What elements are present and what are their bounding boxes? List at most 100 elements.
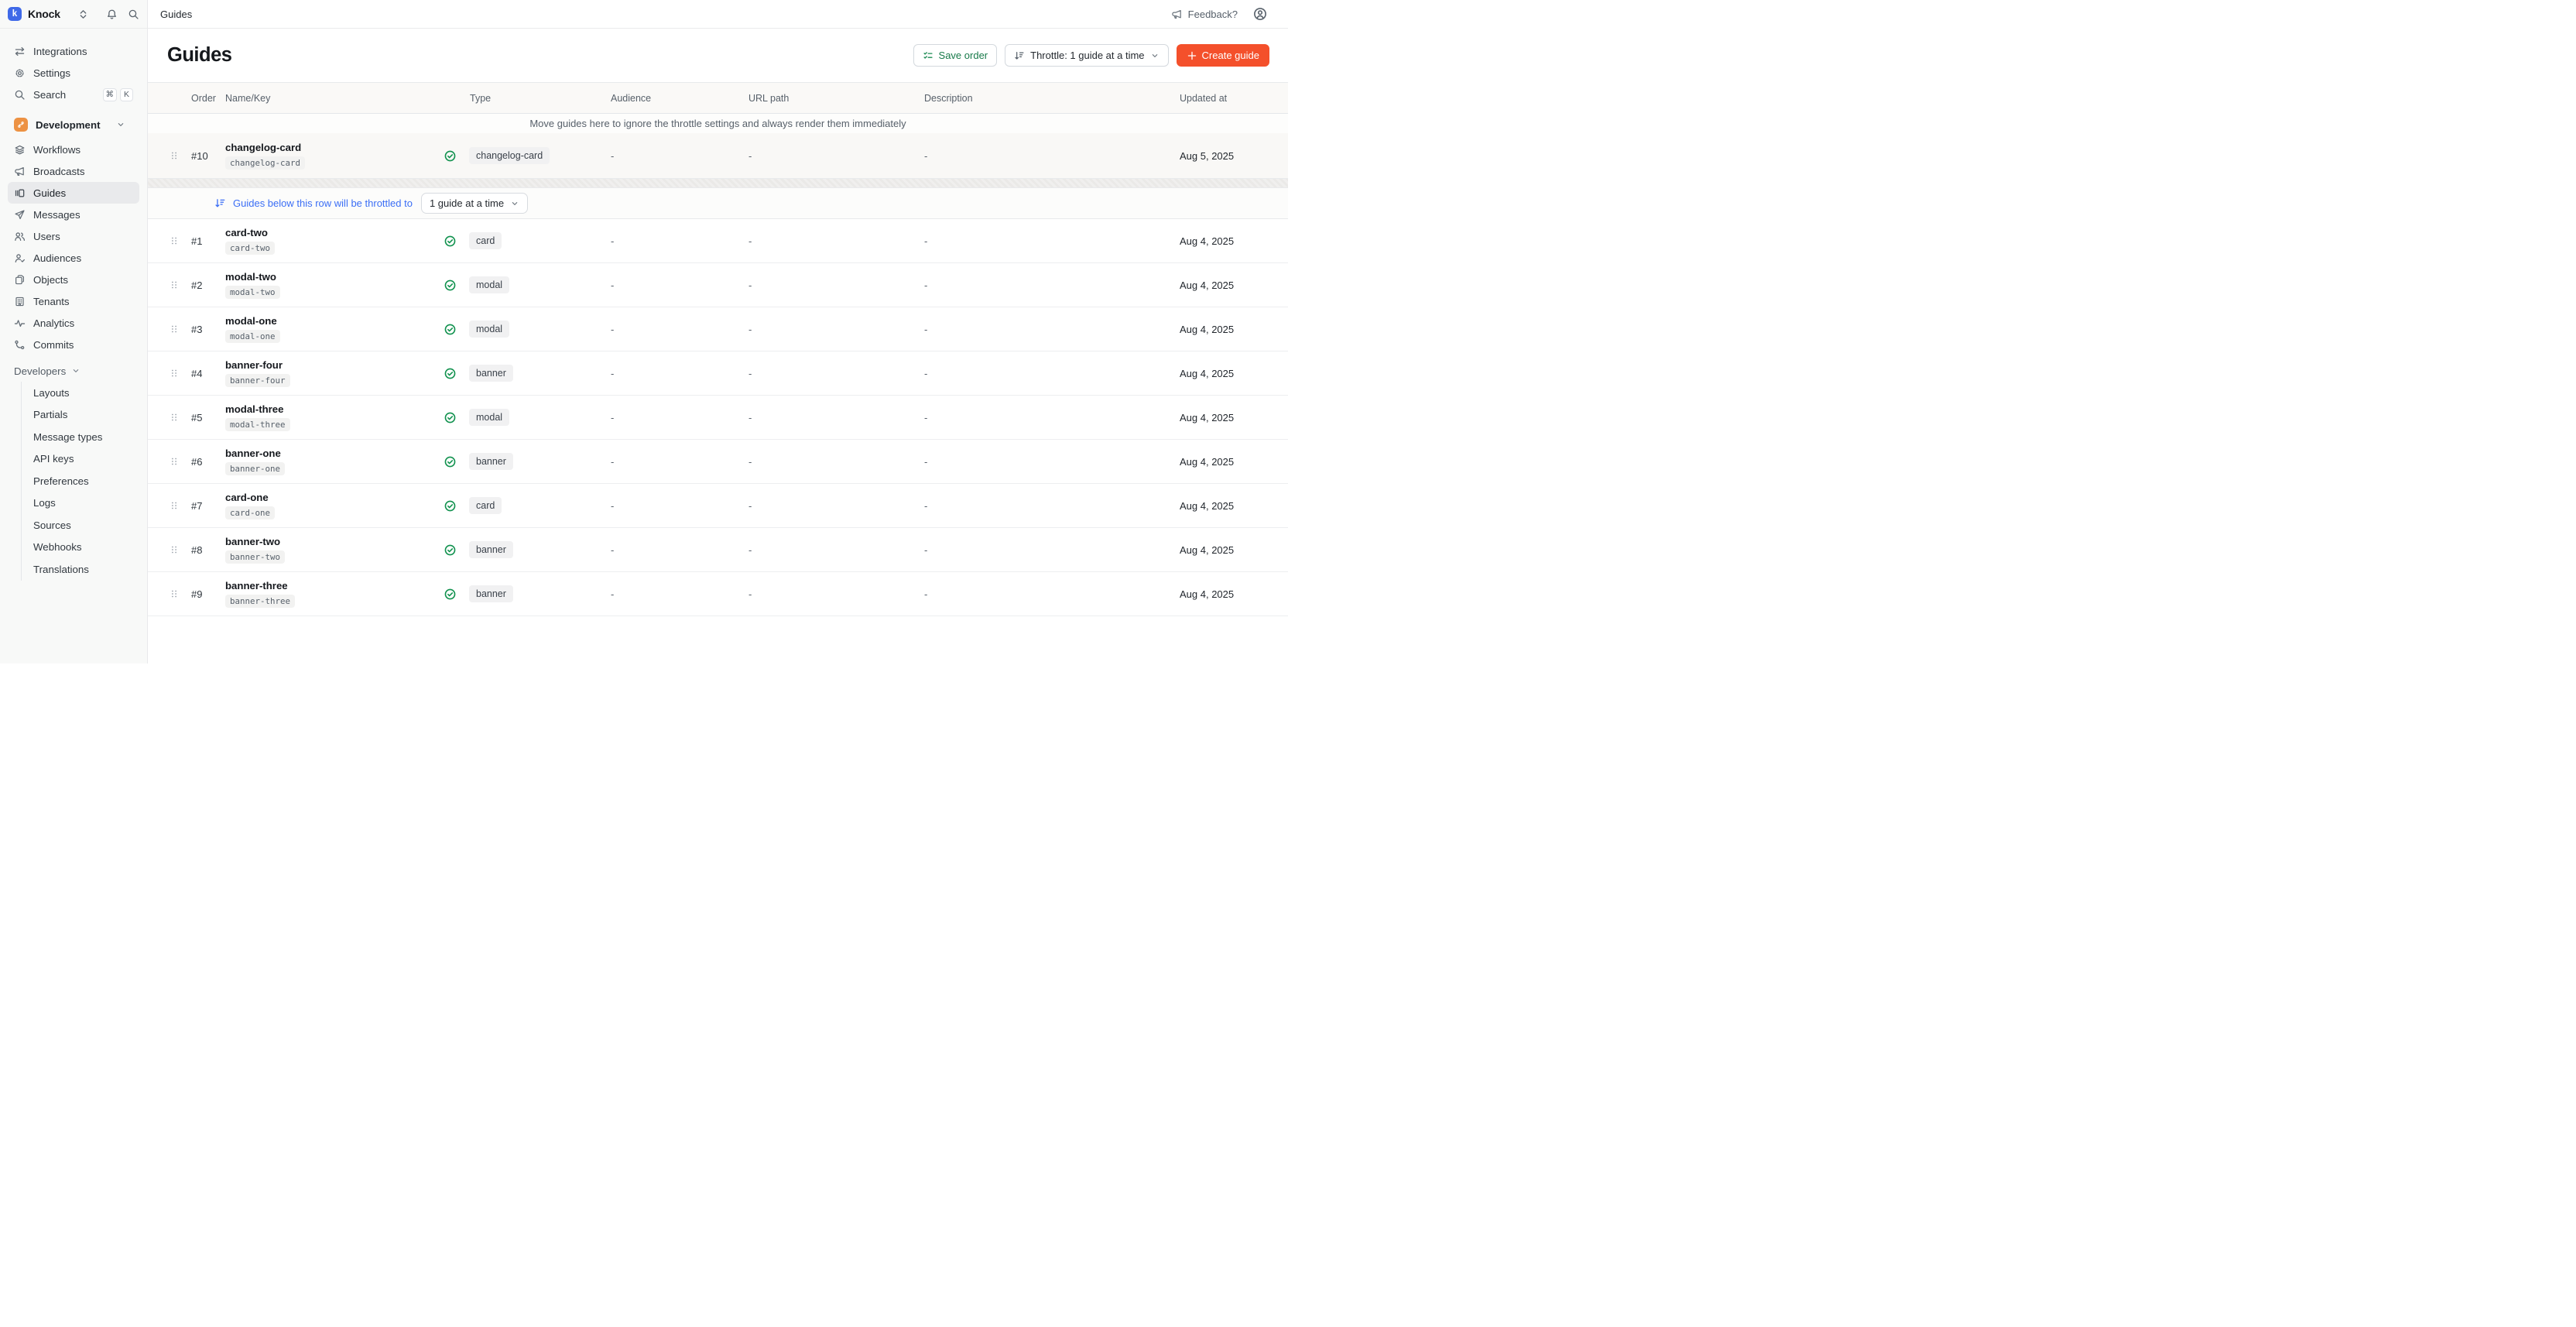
guide-name-cell[interactable]: banner-three banner-three: [219, 580, 438, 608]
sidebar-item-settings[interactable]: Settings: [8, 62, 139, 84]
audience-value: -: [605, 235, 742, 247]
throttle-dropdown-button[interactable]: Throttle: 1 guide at a time: [1005, 44, 1168, 67]
table-row: #2 modal-two modal-two modal - - - Aug 4…: [148, 263, 1288, 307]
drag-handle[interactable]: [165, 500, 185, 511]
drag-handle[interactable]: [165, 368, 185, 379]
description-value: -: [918, 500, 1173, 512]
updated-at-value: Aug 4, 2025: [1173, 279, 1288, 291]
sidebar-sub-item-logs[interactable]: Logs: [22, 492, 139, 515]
sidebar-item-objects[interactable]: Objects: [8, 269, 139, 290]
feedback-button[interactable]: Feedback?: [1171, 9, 1238, 20]
audience-value: -: [605, 500, 742, 512]
updated-at-value: Aug 4, 2025: [1173, 368, 1288, 379]
guide-name-cell[interactable]: banner-one banner-one: [219, 447, 438, 475]
sidebar-item-commits[interactable]: Commits: [8, 334, 139, 355]
sidebar-sub-item-partials[interactable]: Partials: [22, 404, 139, 427]
developers-section-toggle[interactable]: Developers: [8, 360, 139, 382]
nav-icon: [14, 187, 26, 199]
sidebar-sub-item-sources[interactable]: Sources: [22, 514, 139, 537]
nav-icon: [14, 274, 26, 286]
guide-name-cell[interactable]: modal-two modal-two: [219, 271, 438, 299]
unthrottled-section: #10 changelog-card changelog-card change…: [148, 133, 1288, 179]
guide-name-cell[interactable]: banner-two banner-two: [219, 536, 438, 564]
drag-handle[interactable]: [165, 544, 185, 555]
guide-status-cell: [438, 499, 464, 513]
megaphone-icon: [1171, 9, 1183, 20]
drag-handle[interactable]: [165, 150, 185, 161]
sidebar-item-tenants[interactable]: Tenants: [8, 290, 139, 312]
nav-icon: [14, 317, 26, 329]
guide-name: changelog-card: [225, 142, 301, 153]
drag-handle[interactable]: [165, 235, 185, 246]
guide-name-cell[interactable]: banner-four banner-four: [219, 359, 438, 387]
search-icon: [14, 89, 26, 101]
type-badge: banner: [469, 365, 513, 382]
guide-name: banner-one: [225, 447, 281, 459]
throttle-divider-link[interactable]: Guides below this row will be throttled …: [214, 197, 413, 209]
audience-value: -: [605, 456, 742, 468]
search-icon[interactable]: [128, 9, 139, 20]
notifications-bell-icon[interactable]: [106, 9, 118, 20]
audience-value: -: [605, 279, 742, 291]
table-row: #1 card-two card-two card - - - Aug 4, 2…: [148, 219, 1288, 263]
sidebar-item-audiences[interactable]: Audiences: [8, 247, 139, 269]
brand-name: Knock: [28, 8, 60, 20]
sidebar-item-messages[interactable]: Messages: [8, 204, 139, 225]
nav-icon: [14, 339, 26, 351]
col-url-path: URL path: [742, 93, 918, 104]
guide-type-cell: card: [464, 232, 605, 249]
updated-at-value: Aug 4, 2025: [1173, 456, 1288, 468]
guide-status-cell: [438, 411, 464, 424]
audience-value: -: [605, 324, 742, 335]
guide-name-cell[interactable]: card-one card-one: [219, 492, 438, 519]
type-badge: card: [469, 232, 502, 249]
row-order: #8: [185, 544, 219, 556]
guide-status-cell: [438, 323, 464, 336]
sidebar-sub-item-webhooks[interactable]: Webhooks: [22, 537, 139, 559]
environment-switcher[interactable]: Development: [8, 113, 139, 136]
row-order: #7: [185, 500, 219, 512]
guide-key-badge: modal-one: [225, 330, 280, 343]
guide-name-cell[interactable]: modal-three modal-three: [219, 403, 438, 431]
drag-handle[interactable]: [165, 279, 185, 290]
guide-key-badge: banner-four: [225, 374, 290, 387]
sidebar-sub-item-translations[interactable]: Translations: [22, 558, 139, 581]
drag-handle[interactable]: [165, 412, 185, 423]
sidebar-sub-item-preferences[interactable]: Preferences: [22, 470, 139, 492]
guide-key-badge: modal-three: [225, 418, 290, 431]
save-order-button[interactable]: Save order: [913, 44, 998, 67]
sidebar-sub-item-message-types[interactable]: Message types: [22, 426, 139, 448]
url-path-value: -: [742, 150, 918, 162]
chevron-down-icon: [1150, 51, 1160, 60]
drag-handle[interactable]: [165, 456, 185, 467]
active-check-icon: [444, 149, 457, 163]
sidebar-item-broadcasts[interactable]: Broadcasts: [8, 160, 139, 182]
guide-name-cell[interactable]: changelog-card changelog-card: [219, 142, 438, 170]
type-badge: modal: [469, 276, 509, 293]
row-order: #9: [185, 588, 219, 600]
url-path-value: -: [742, 279, 918, 291]
drag-handle[interactable]: [165, 588, 185, 599]
sidebar-item-users[interactable]: Users: [8, 225, 139, 247]
sidebar-item-integrations[interactable]: Integrations: [8, 40, 139, 62]
topbar: Guides Feedback?: [148, 0, 1288, 29]
sidebar-item-guides[interactable]: Guides: [8, 182, 139, 204]
guide-name-cell[interactable]: card-two card-two: [219, 227, 438, 255]
guide-name: modal-three: [225, 403, 283, 415]
col-order: Order: [185, 93, 219, 104]
sidebar-item-analytics[interactable]: Analytics: [8, 312, 139, 334]
user-avatar[interactable]: [1252, 6, 1268, 22]
guide-status-cell: [438, 279, 464, 292]
sidebar-sub-item-api-keys[interactable]: API keys: [22, 448, 139, 471]
org-switcher-icon[interactable]: [77, 9, 89, 20]
sidebar-item-search[interactable]: Search ⌘ K: [8, 84, 139, 105]
drag-handle[interactable]: [165, 324, 185, 334]
row-order: #1: [185, 235, 219, 247]
gear-icon: [14, 67, 26, 79]
sidebar-sub-item-layouts[interactable]: Layouts: [22, 382, 139, 404]
create-guide-button[interactable]: Create guide: [1177, 44, 1269, 67]
sidebar-item-workflows[interactable]: Workflows: [8, 139, 139, 160]
guide-key-badge: changelog-card: [225, 156, 305, 170]
guide-name-cell[interactable]: modal-one modal-one: [219, 315, 438, 343]
throttle-value-dropdown[interactable]: 1 guide at a time: [421, 193, 528, 214]
